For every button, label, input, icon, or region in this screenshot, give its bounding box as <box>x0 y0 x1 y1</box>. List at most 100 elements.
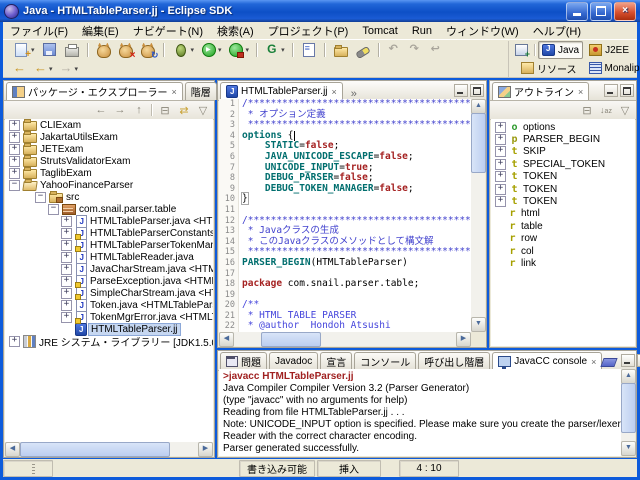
expander-icon[interactable]: + <box>495 122 506 133</box>
tab-宣言[interactable]: 宣言 <box>320 352 352 370</box>
scroll-right-arrow[interactable]: ▶ <box>198 442 213 457</box>
tree-item[interactable]: +HTMLTableParser.java <HTMLT <box>5 215 213 227</box>
expander-icon[interactable]: − <box>9 180 20 191</box>
resize-grip[interactable] <box>32 464 35 474</box>
expander-icon[interactable]: + <box>9 132 20 143</box>
save-button[interactable] <box>38 40 61 60</box>
clear-console-icon[interactable] <box>601 358 618 367</box>
expander-icon[interactable]: + <box>495 146 506 157</box>
expander-icon[interactable]: + <box>9 156 20 167</box>
menu-item-Tomcat[interactable]: Tomcat <box>355 24 404 38</box>
tab-outline[interactable]: アウトライン × <box>492 82 589 100</box>
menu-item-ヘルプ(H)[interactable]: ヘルプ(H) <box>526 22 588 40</box>
menu-item-編集(E)[interactable]: 編集(E) <box>75 22 126 40</box>
link-with-editor-icon[interactable]: ⇄ <box>177 104 191 117</box>
scroll-up-arrow[interactable]: ▲ <box>471 99 486 114</box>
menu-item-ウィンドウ(W)[interactable]: ウィンドウ(W) <box>439 22 526 40</box>
tree-item[interactable]: +StrutsValidatorExam <box>5 155 213 167</box>
close-button[interactable]: × <box>614 2 636 21</box>
scroll-left-arrow[interactable]: ◀ <box>5 442 20 457</box>
outline-item[interactable]: +tTOKEN <box>491 171 635 183</box>
last-edit-button[interactable] <box>426 40 447 60</box>
tree-item[interactable]: +Token.java <HTMLTableParser.j <box>5 299 213 311</box>
back-gold-button[interactable] <box>9 59 30 79</box>
console-vscrollbar[interactable]: ▲ ▼ <box>621 369 635 456</box>
tab-editor-htmltableparser-jj[interactable]: HTMLTableParser.jj × <box>220 82 343 100</box>
close-icon[interactable]: × <box>332 87 337 97</box>
close-icon[interactable]: × <box>172 87 177 97</box>
minimize-view-button[interactable] <box>621 354 635 367</box>
tree-item[interactable]: +ParseException.java <HTMLTab <box>5 275 213 287</box>
tree-item[interactable]: +HTMLTableParserConstants.jav <box>5 227 213 239</box>
expander-icon[interactable]: + <box>495 196 506 207</box>
prev-annotation-button[interactable] <box>384 40 405 60</box>
expander-icon[interactable]: + <box>61 216 72 227</box>
outline-item[interactable]: rtable <box>491 220 635 232</box>
dropdown-arrow-icon[interactable]: ▾ <box>49 65 53 73</box>
tree-item[interactable]: +SimpleCharStream.java <HTML <box>5 287 213 299</box>
tree-item[interactable]: +HTMLTableReader.java <box>5 251 213 263</box>
menu-item-ファイル(F)[interactable]: ファイル(F) <box>3 22 75 40</box>
tasks-button[interactable] <box>298 40 320 60</box>
tree-item[interactable]: +JavaCharStream.java <HTMLTa <box>5 263 213 275</box>
dropdown-arrow-icon[interactable]: ▾ <box>218 46 222 54</box>
tree-item[interactable]: −com.snail.parser.table <box>5 203 213 215</box>
expander-icon[interactable]: + <box>61 264 72 275</box>
menu-item-ナビゲート(N)[interactable]: ナビゲート(N) <box>126 22 210 40</box>
external-tools-button[interactable]: ▾ <box>225 40 253 60</box>
forward-arrow-icon[interactable]: → <box>113 104 127 116</box>
tree-item[interactable]: +JRE システム・ライブラリー [JDK1.5.0] <box>5 335 213 347</box>
scroll-thumb[interactable] <box>621 383 636 433</box>
outline-item[interactable]: +tSPECIAL_TOKEN <box>491 158 635 170</box>
expander-icon[interactable]: + <box>495 184 506 195</box>
package-tree[interactable]: +CLIExam+JakartaUtilsExam+JETExam+Struts… <box>5 119 213 442</box>
expander-icon[interactable]: + <box>9 120 20 131</box>
tree-item[interactable]: +TaglibExam <box>5 167 213 179</box>
scroll-right-arrow[interactable]: ▶ <box>456 332 471 347</box>
outline-item[interactable]: +pPARSER_BEGIN <box>491 133 635 145</box>
package-tree-hscrollbar[interactable]: ◀ ▶ <box>5 442 213 456</box>
scroll-down-arrow[interactable]: ▼ <box>621 441 636 456</box>
perspective-Monalipse[interactable]: Monalipse <box>585 59 640 77</box>
open-perspective-button[interactable] <box>511 41 532 59</box>
expander-icon[interactable]: + <box>9 336 20 347</box>
outline-item[interactable]: rlink <box>491 257 635 269</box>
outline-item[interactable]: +tSKIP <box>491 146 635 158</box>
generate-parser-button[interactable]: ▾ <box>262 40 288 60</box>
scroll-thumb[interactable] <box>471 113 486 173</box>
expander-icon[interactable]: + <box>61 288 72 299</box>
scroll-up-arrow[interactable]: ▲ <box>621 369 636 384</box>
run-button[interactable]: ▾ <box>197 40 225 60</box>
close-icon[interactable]: × <box>578 87 583 97</box>
expander-icon[interactable]: − <box>48 204 59 215</box>
outline-item[interactable]: rcol <box>491 245 635 257</box>
outline-item[interactable]: +tTOKEN <box>491 183 635 195</box>
menu-item-検索(A)[interactable]: 検索(A) <box>210 22 261 40</box>
tomcat-restart-button[interactable] <box>137 40 159 60</box>
tomcat-start-button[interactable] <box>93 40 115 60</box>
minimize-view-button[interactable] <box>454 84 468 97</box>
tree-item[interactable]: −YahooFinanceParser <box>5 179 213 191</box>
expander-icon[interactable]: + <box>61 252 72 263</box>
expander-icon[interactable]: + <box>9 168 20 179</box>
back-arrow-icon[interactable]: ← <box>94 104 108 116</box>
editor-hscrollbar[interactable]: ◀ ▶ <box>219 332 471 346</box>
open-resource-button[interactable] <box>330 40 352 60</box>
search-button[interactable] <box>352 40 374 60</box>
tree-item[interactable]: +HTMLTableParserTokenManage <box>5 239 213 251</box>
perspective-J2EE[interactable]: J2EE <box>585 41 633 59</box>
sort-icon[interactable]: ↓az <box>599 105 613 115</box>
expander-icon[interactable]: + <box>61 240 72 251</box>
scroll-thumb[interactable] <box>261 332 321 347</box>
expander-icon[interactable]: + <box>9 144 20 155</box>
tab-コンソール[interactable]: コンソール <box>354 352 416 370</box>
outline-item[interactable]: rrow <box>491 233 635 245</box>
maximize-view-button[interactable] <box>470 84 484 97</box>
outline-item[interactable]: +tTOKEN <box>491 195 635 207</box>
collapse-all-icon[interactable]: ⊟ <box>580 104 594 117</box>
tab-hierarchy[interactable]: 階層 <box>185 82 217 100</box>
expander-icon[interactable]: + <box>495 159 506 170</box>
outline-item[interactable]: rhtml <box>491 208 635 220</box>
code-lines[interactable]: 1/**************************************… <box>219 99 471 332</box>
outline-item[interactable]: +ooptions <box>491 121 635 133</box>
